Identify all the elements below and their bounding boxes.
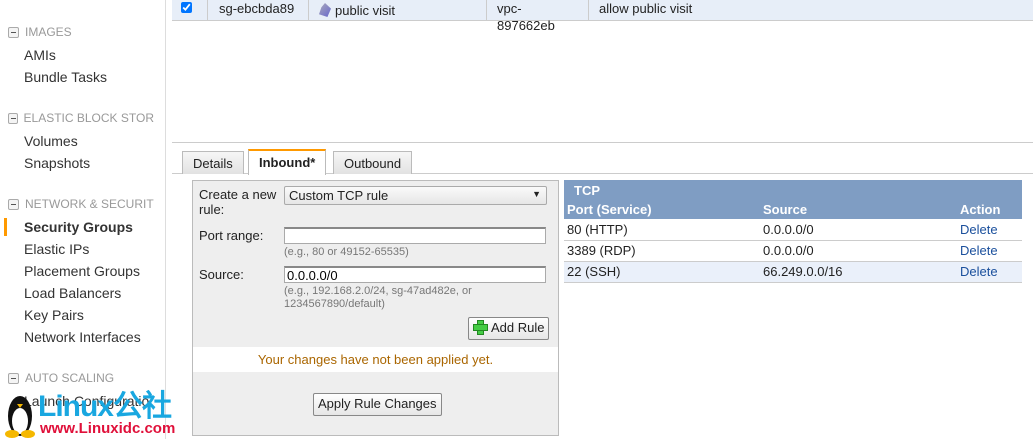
rule-label: Create a new rule:: [199, 187, 277, 217]
section-images[interactable]: IMAGES: [8, 25, 154, 39]
section-ebs[interactable]: ELASTIC BLOCK STOR: [8, 111, 154, 125]
source-hint: (e.g., 192.168.2.0/24, sg-47ad482e, or 1…: [284, 285, 472, 310]
shield-icon: [319, 3, 331, 17]
section-auto-scaling[interactable]: AUTO SCALING: [8, 371, 154, 385]
group-id: sg-ebcbda89: [208, 0, 309, 20]
sidebar-item-key-pairs[interactable]: Key Pairs: [24, 307, 159, 323]
delete-link[interactable]: Delete: [960, 222, 998, 237]
sidebar-item-placement-groups[interactable]: Placement Groups: [24, 263, 159, 279]
tab-inbound[interactable]: Inbound*: [248, 149, 327, 175]
source-label: Source:: [199, 267, 244, 282]
dropdown-arrow-icon: ▼: [532, 189, 541, 199]
watermark-logo: Linux公社 www.Linuxidc.com: [4, 390, 184, 439]
delete-link[interactable]: Delete: [960, 243, 998, 258]
rule-port: 3389 (RDP): [564, 240, 760, 262]
protocol-group-header: TCP: [564, 180, 1022, 200]
collapse-icon[interactable]: [8, 26, 19, 38]
unapplied-changes-message: Your changes have not been applied yet.: [193, 347, 558, 372]
rule-source: 0.0.0.0/0: [760, 240, 957, 262]
collapse-icon[interactable]: [8, 112, 18, 124]
new-rule-form: Create a new rule: Custom TCP rule ▼ Port…: [192, 180, 559, 436]
table-row: 80 (HTTP) 0.0.0.0/0 Delete: [564, 219, 1022, 241]
sidebar-item-elastic-ips[interactable]: Elastic IPs: [24, 241, 159, 257]
group-description: allow public visit: [599, 1, 693, 16]
sidebar-item-security-groups[interactable]: Security Groups: [24, 219, 159, 235]
sidebar-item-load-balancers[interactable]: Load Balancers: [24, 285, 159, 301]
watermark-url: www.Linuxidc.com: [40, 420, 176, 437]
section-network[interactable]: NETWORK & SECURIT: [8, 197, 154, 211]
sidebar-item-amis[interactable]: AMIs: [24, 47, 159, 63]
collapse-icon[interactable]: [8, 372, 19, 384]
group-name: public visit: [335, 2, 395, 18]
source-input[interactable]: [284, 266, 546, 283]
delete-link[interactable]: Delete: [960, 264, 998, 279]
rules-table: TCP Port (Service) Source Action 80 (HTTP)…: [564, 180, 1022, 283]
apply-rule-changes-button[interactable]: Apply Rule Changes: [313, 393, 442, 416]
tab-bar: Details Inbound* Outbound: [172, 149, 1033, 175]
rule-port: 80 (HTTP): [564, 219, 760, 241]
table-row: 3389 (RDP) 0.0.0.0/0 Delete: [564, 240, 1022, 262]
watermark-brand: Linux公社: [38, 390, 172, 423]
port-range-input[interactable]: [284, 227, 546, 244]
sidebar-item-network-interfaces[interactable]: Network Interfaces: [24, 329, 159, 345]
rule-type-select[interactable]: Custom TCP rule ▼: [284, 186, 547, 205]
add-rule-button[interactable]: Add Rule: [468, 317, 550, 340]
table-row-selected[interactable]: sg-ebcbda89 public visit vpc-897662eb al…: [172, 0, 1033, 33]
port-range-hint: (e.g., 80 or 49152-65535): [284, 246, 409, 258]
sidebar: IMAGES AMIs Bundle Tasks ELASTIC BLOCK S…: [0, 0, 166, 439]
port-range-label: Port range:: [199, 228, 264, 243]
tab-details[interactable]: Details: [182, 151, 244, 174]
plus-icon: [473, 320, 488, 335]
row-checkbox[interactable]: [172, 0, 208, 20]
sidebar-item-bundle-tasks[interactable]: Bundle Tasks: [24, 69, 159, 85]
collapse-icon[interactable]: [8, 198, 19, 210]
active-indicator: [4, 218, 7, 236]
vpc-id: vpc-897662eb: [487, 0, 589, 33]
table-row: 22 (SSH) 66.249.0.0/16 Delete: [564, 261, 1022, 283]
sidebar-item-volumes[interactable]: Volumes: [24, 133, 159, 149]
col-port: Port (Service): [564, 200, 760, 219]
rule-port: 22 (SSH): [564, 261, 760, 283]
rule-source: 0.0.0.0/0: [760, 219, 957, 241]
col-action: Action: [957, 200, 1022, 219]
tab-outbound[interactable]: Outbound: [333, 151, 413, 174]
divider: [172, 142, 1033, 143]
rule-source: 66.249.0.0/16: [760, 261, 957, 283]
sidebar-item-snapshots[interactable]: Snapshots: [24, 155, 159, 171]
col-source: Source: [760, 200, 957, 219]
